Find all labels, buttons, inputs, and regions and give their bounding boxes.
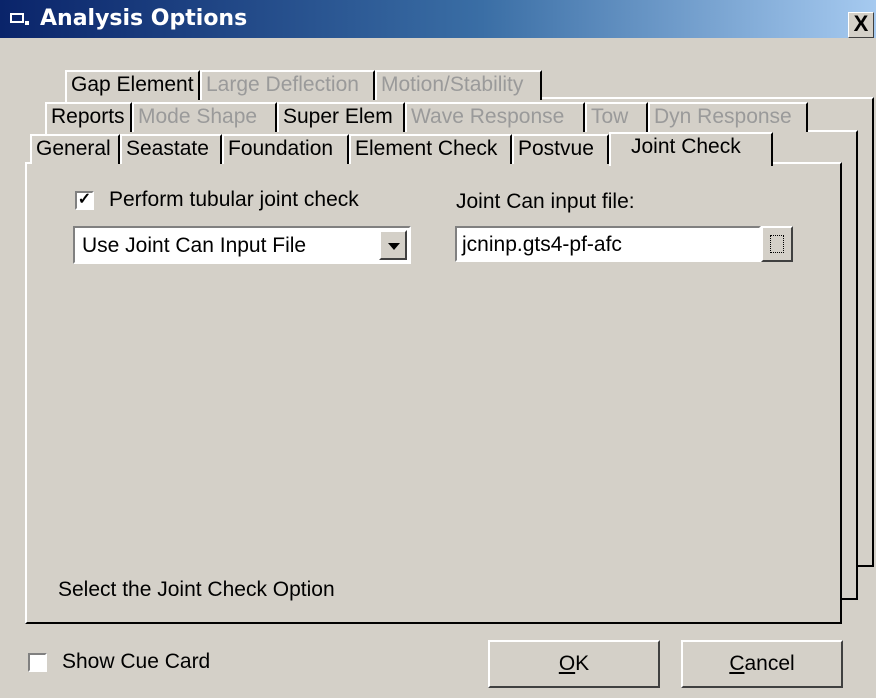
tab-foundation[interactable]: Foundation bbox=[222, 134, 349, 164]
title-bar: Analysis Options bbox=[0, 0, 876, 38]
cancel-accelerator: C bbox=[729, 652, 745, 675]
tab-super-elem[interactable]: Super Elem bbox=[277, 102, 405, 132]
status-text: Select the Joint Check Option bbox=[58, 578, 335, 601]
perform-check-label: Perform tubular joint check bbox=[109, 188, 359, 211]
input-file-value: jcninp.gts4-pf-afc bbox=[462, 233, 622, 256]
tab-dyn-response[interactable]: Dyn Response bbox=[648, 102, 808, 132]
tab-reports[interactable]: Reports bbox=[45, 102, 132, 132]
tab-large-deflection[interactable]: Large Deflection bbox=[200, 70, 375, 100]
tab-seastate[interactable]: Seastate bbox=[120, 134, 222, 164]
tab-general[interactable]: General bbox=[30, 134, 120, 164]
input-file-field[interactable]: jcninp.gts4-pf-afc bbox=[455, 226, 761, 262]
input-file-label: Joint Can input file: bbox=[456, 190, 635, 213]
tab-motion-stability[interactable]: Motion/Stability bbox=[375, 70, 542, 100]
browse-icon bbox=[770, 235, 784, 253]
tab-wave-response[interactable]: Wave Response bbox=[405, 102, 585, 132]
tab-postvue[interactable]: Postvue bbox=[512, 134, 609, 164]
ok-label-rest: K bbox=[575, 652, 590, 675]
ok-accelerator: O bbox=[558, 652, 576, 675]
tab-gap-element[interactable]: Gap Element bbox=[65, 70, 200, 100]
tab-mode-shape[interactable]: Mode Shape bbox=[132, 102, 277, 132]
ok-button[interactable]: OK bbox=[488, 640, 660, 688]
tab-joint-check[interactable]: Joint Check bbox=[609, 132, 773, 166]
cancel-button[interactable]: Cancel bbox=[681, 640, 843, 688]
tab-element-check[interactable]: Element Check bbox=[349, 134, 512, 164]
close-button[interactable]: X bbox=[848, 12, 874, 38]
cancel-label-rest: ancel bbox=[744, 652, 795, 675]
app-icon bbox=[10, 13, 29, 25]
show-cue-card-checkbox[interactable] bbox=[28, 653, 47, 672]
perform-check-checkbox[interactable]: ✓ bbox=[75, 191, 94, 210]
joint-check-option-value: Use Joint Can Input File bbox=[82, 234, 307, 257]
dropdown-arrow-icon[interactable] bbox=[379, 230, 407, 260]
window-title: Analysis Options bbox=[40, 6, 248, 31]
tab-tow[interactable]: Tow bbox=[585, 102, 648, 132]
joint-check-option-select[interactable]: Use Joint Can Input File bbox=[73, 226, 411, 264]
show-cue-card-label: Show Cue Card bbox=[62, 650, 211, 673]
browse-button[interactable] bbox=[761, 226, 793, 262]
